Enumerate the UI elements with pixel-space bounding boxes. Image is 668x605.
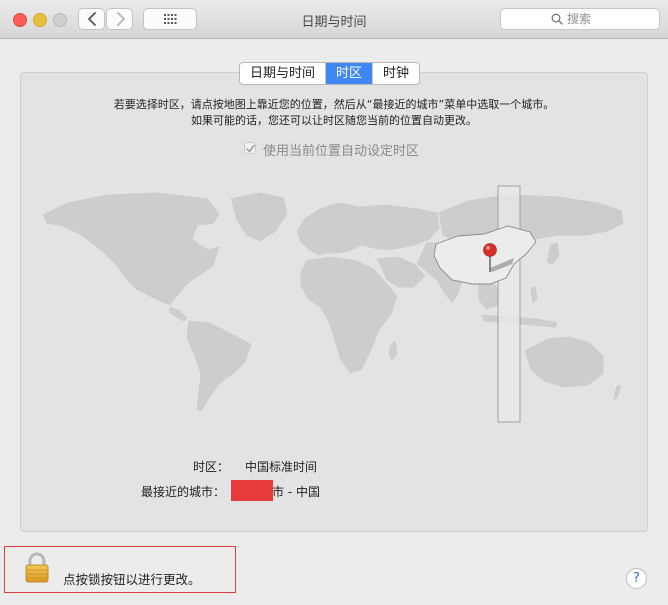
philippines bbox=[529, 285, 539, 305]
closest-city-value[interactable]: 市 - 中国 bbox=[272, 483, 320, 500]
search-input[interactable] bbox=[567, 11, 652, 27]
auto-timezone-label: 使用当前位置自动设定时区 bbox=[263, 144, 420, 159]
tab-clock[interactable]: 时钟 bbox=[373, 63, 419, 84]
world-map[interactable] bbox=[38, 184, 628, 424]
tab-time-zone[interactable]: 时区 bbox=[326, 63, 374, 84]
timezone-label: 时区： bbox=[193, 460, 230, 474]
search-field[interactable] bbox=[500, 8, 660, 30]
south-america bbox=[185, 319, 253, 413]
checkmark-icon bbox=[246, 144, 255, 153]
redaction-block bbox=[231, 480, 273, 501]
checkbox[interactable] bbox=[244, 142, 256, 154]
australia bbox=[523, 335, 605, 389]
europe bbox=[295, 201, 441, 257]
japan bbox=[545, 241, 561, 267]
central-america bbox=[167, 305, 189, 323]
closest-city-label: 最接近的城市： bbox=[141, 485, 226, 499]
tab-bar: 日期与时间 时区 时钟 bbox=[239, 62, 421, 85]
timezone-band bbox=[497, 185, 521, 423]
help-button[interactable]: ? bbox=[626, 568, 647, 589]
lock-area[interactable]: 点按锁按钮以进行更改。 bbox=[4, 546, 236, 593]
title-bar: 日期与时间 bbox=[0, 0, 668, 39]
timezone-value: 中国标准时间 bbox=[245, 460, 318, 474]
north-america bbox=[41, 191, 221, 307]
new-zealand bbox=[611, 383, 623, 403]
instruction-line-1: 若要选择时区，请点按地图上靠近您的位置，然后从“最接近的城市”菜单中选取一个城市… bbox=[113, 98, 555, 111]
tab-date-time[interactable]: 日期与时间 bbox=[240, 63, 327, 84]
greenland bbox=[229, 191, 289, 243]
search-icon bbox=[551, 13, 563, 25]
instruction-line-2: 如果可能的话，您还可以让时区随您当前的位置自动更改。 bbox=[191, 114, 477, 127]
lock-icon[interactable] bbox=[25, 552, 49, 584]
madagascar bbox=[387, 339, 399, 363]
lock-message: 点按锁按钮以进行更改。 bbox=[63, 572, 201, 587]
